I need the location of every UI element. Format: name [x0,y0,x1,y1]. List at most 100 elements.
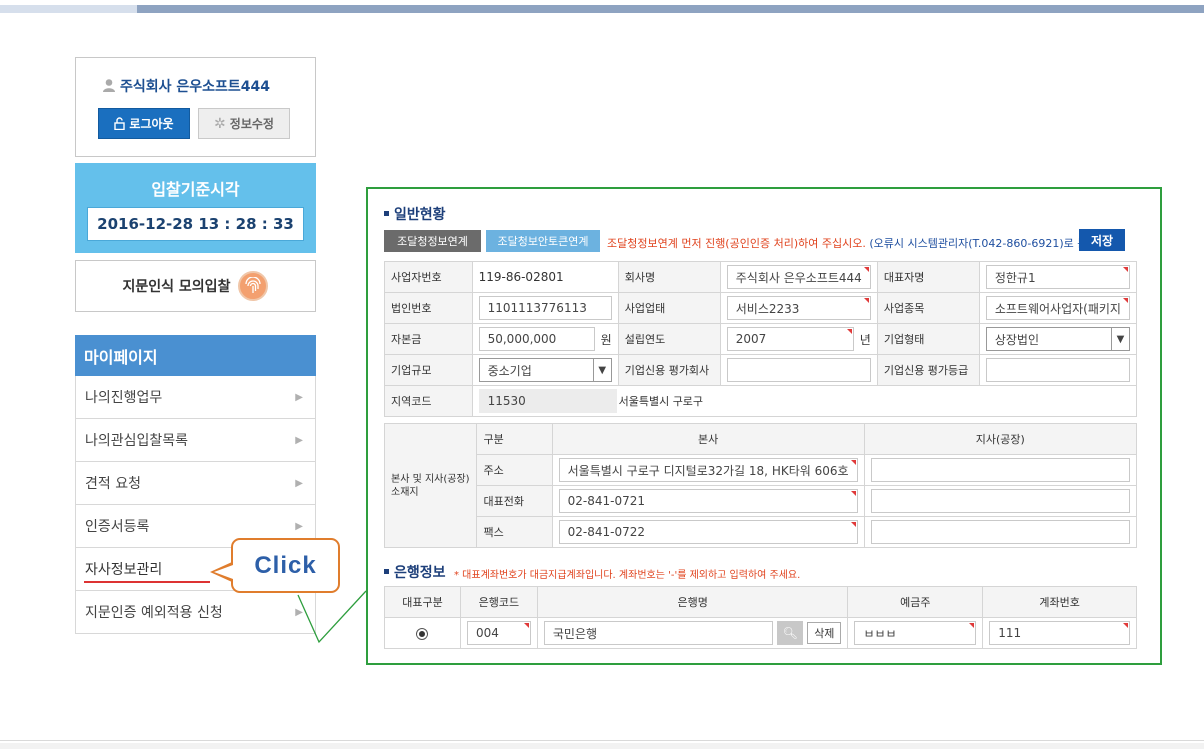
won-unit: 원 [600,332,612,347]
logout-label: 로그아웃 [129,117,174,131]
general-section-title: 일반현황 [384,204,446,224]
corptype-select[interactable]: 상장법인 ▼ [985,327,1130,351]
account-field[interactable]: 111 [989,621,1130,645]
office-kind-header: 구분 [476,423,553,455]
year-unit: 년 [859,332,871,347]
bank-header-account: 계좌번호 [982,586,1137,618]
bid-time-title: 입찰기준시각 [151,180,240,199]
capital-field[interactable]: 50,000,000 [478,327,595,351]
bank-name-field[interactable]: 국민은행 [543,621,774,645]
branch-fax-field[interactable] [870,520,1130,544]
office-branch-header: 지사(공장) [863,423,1138,455]
callout-pointer-inner [214,565,233,579]
menu-item-my-interest[interactable]: 나의관심입찰목록 ▶ [75,419,316,462]
user-company: 주식회사 은우소프트444 [102,76,270,96]
bank-header-primary: 대표구분 [384,586,461,618]
scale-select[interactable]: 중소기업 ▼ [478,358,612,382]
user-company-name: 주식회사 은우소프트444 [120,79,271,95]
tel-label: 대표전화 [476,485,553,517]
corpno-field[interactable]: 1101113776113 [478,296,612,320]
scale-label: 기업규모 [384,354,473,386]
user-box: 주식회사 은우소프트444 로그아웃 ✲ 정보수정 [75,57,316,157]
bank-header-code: 은행코드 [459,586,538,618]
fingerprint-mock-bid-button[interactable]: 지문인식 모의입찰 [75,260,316,312]
ceo-label: 대표자명 [876,261,980,293]
menu-item-label: 나의관심입찰목록 [85,433,189,449]
person-icon [103,79,115,92]
bank-header-holder: 예금주 [847,586,984,618]
bank-title-text: 은행정보 [394,565,446,581]
hq-tel-field[interactable]: 02-841-0721 [558,489,858,513]
pps-link-button[interactable]: 조달청정보연계 [384,230,481,252]
holder-field[interactable]: ㅂㅂㅂ [854,621,977,645]
fax-label: 팩스 [476,516,553,548]
credit-co-label: 기업신용 평가회사 [617,354,721,386]
credit-grade-label: 기업신용 평가등급 [876,354,980,386]
region-name: 서울특별시 구로구 [618,395,704,408]
biztype-field[interactable]: 서비스2233 [726,296,871,320]
corptype-value: 상장법인 [994,332,1040,347]
fingerprint-icon [238,271,269,301]
biztype-label: 사업업태 [617,292,721,324]
bottom-band [0,743,1204,749]
menu-item-my-progress[interactable]: 나의진행업무 ▶ [75,376,316,419]
region-code-field: 11530 [478,389,617,413]
office-row-label: 본사 및 지사(공장) 소재지 [383,423,478,548]
table-row: 004 국민은행 🔍︎ 삭제 ㅂㅂㅂ 111 [384,617,1137,649]
chevron-right-icon: ▶ [295,391,303,403]
region-label: 지역코드 [384,385,473,417]
menu-item-quote-request[interactable]: 견적 요청 ▶ [75,462,316,505]
chevron-right-icon: ▶ [295,477,303,489]
chevron-right-icon: ▶ [295,434,303,446]
hq-fax-field[interactable]: 02-841-0722 [558,520,858,544]
addr-label: 주소 [476,454,553,486]
ceo-field[interactable]: 정한규1 [985,265,1130,289]
founded-field[interactable]: 2007 [726,327,854,351]
bizno-label: 사업자번호 [384,261,473,293]
menu-item-fingerprint-exception[interactable]: 지문인증 예외적용 신청 ▶ [75,591,316,634]
menu-item-label: 나의진행업무 [85,390,163,406]
company-info-panel: 일반현황 조달청정보연계 조달청보안토큰연계 조달청정보연계 먼저 진행(공인인… [366,187,1162,665]
company-field[interactable]: 주식회사 은우소프트444 [726,265,871,289]
menu-item-label: 인증서등록 [85,519,150,535]
menu-item-label: 자사정보관리 [85,562,163,578]
corpno-label: 법인번호 [384,292,473,324]
bizno-value: 119-86-02801 [471,261,619,293]
credit-grade-field[interactable] [985,358,1130,382]
chevron-right-icon: ▶ [295,520,303,532]
gear-icon: ✲ [214,115,226,132]
edit-info-button[interactable]: ✲ 정보수정 [198,108,290,139]
general-notice: 조달청정보연계 먼저 진행(공인인증 처리)하여 주십시오. (오류시 시스템관… [607,235,1102,251]
primary-radio[interactable] [416,628,429,640]
connector-line [297,590,367,644]
pps-token-button[interactable]: 조달청보안토큰연계 [486,230,600,252]
capital-label: 자본금 [384,323,473,355]
branch-tel-field[interactable] [870,489,1130,513]
scale-value: 중소기업 [487,363,532,378]
bizitem-field[interactable]: 소프트웨어사업자(패키지 [985,296,1130,320]
bid-time-box: 입찰기준시각 2016-12-28 13 : 28 : 33 [75,163,316,253]
menu-item-label: 지문인증 예외적용 신청 [85,605,223,621]
office-table: 본사 및 지사(공장) 소재지 구분 본사 지사(공장) 주소 서울특별시 구로… [383,423,1138,548]
bank-code-field[interactable]: 004 [466,621,531,645]
credit-co-field[interactable] [726,358,871,382]
bank-header-name: 은행명 [536,586,849,618]
search-icon[interactable]: 🔍︎ [777,621,804,645]
founded-label: 설립연도 [617,323,721,355]
hq-addr-field[interactable]: 서울특별시 구로구 디지털로32가길 18, HK타워 606호 [558,458,858,482]
notice-red: 조달청정보연계 먼저 진행(공인인증 처리)하여 주십시오. [607,237,866,250]
menu-item-label: 견적 요청 [85,476,141,492]
bottom-divider [0,740,1204,741]
logout-button[interactable]: 로그아웃 [98,108,190,139]
company-label: 회사명 [617,261,721,293]
branch-addr-field[interactable] [870,458,1130,482]
bank-section-title: 은행정보 [384,562,446,582]
save-button[interactable]: 저장 [1079,229,1125,251]
active-underline [84,581,210,583]
delete-button[interactable]: 삭제 [807,622,842,644]
unlock-icon [114,117,126,130]
top-bar-left [0,5,137,13]
top-bar-right [137,5,1204,13]
office-hq-header: 본사 [551,423,865,455]
mypage-title: 마이페이지 [75,335,316,376]
